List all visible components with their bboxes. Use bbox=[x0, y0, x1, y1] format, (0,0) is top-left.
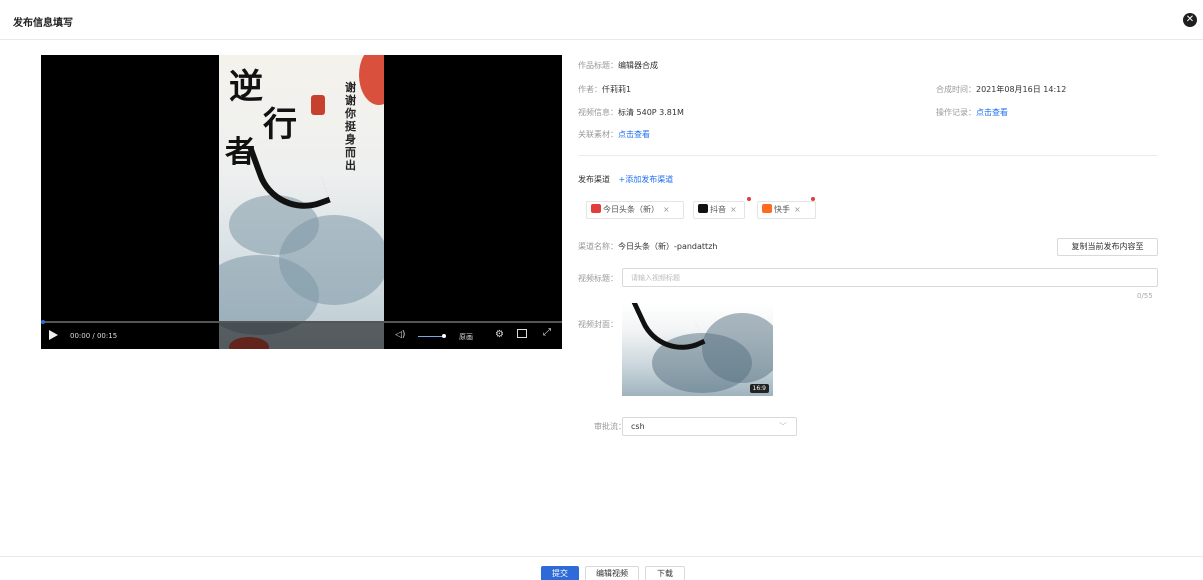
tab-label: 快手 bbox=[774, 205, 790, 214]
settings-icon[interactable]: ⚙ bbox=[495, 329, 504, 340]
unsaved-dot bbox=[811, 197, 815, 201]
cover-decoration bbox=[702, 313, 773, 383]
video-info-value: 标清 540P 3.81M bbox=[618, 108, 684, 117]
video-poster: 逆 行 者 谢谢你挺身而出 bbox=[219, 55, 384, 349]
author-label: 作者： bbox=[578, 85, 602, 94]
tab-toutiao[interactable]: 今日头条（新） × bbox=[586, 201, 684, 219]
close-icon[interactable]: × bbox=[663, 205, 670, 214]
work-title-label: 作品标题： bbox=[578, 61, 618, 70]
fullscreen-icon[interactable]: ⤢ bbox=[543, 327, 551, 338]
author-value: 仟莉莉1 bbox=[602, 85, 632, 94]
chevron-down-icon: ﹀ bbox=[779, 422, 787, 431]
author: 作者：仟莉莉1 bbox=[578, 84, 631, 95]
volume-slider[interactable] bbox=[418, 336, 444, 337]
approval-select[interactable]: csh ﹀ bbox=[622, 417, 797, 436]
approval-value: csh bbox=[631, 422, 645, 431]
copy-content-button[interactable]: 复制当前发布内容至 bbox=[1057, 238, 1158, 256]
tab-label: 抖音 bbox=[710, 205, 726, 214]
divider bbox=[578, 155, 1158, 156]
channel-label: 发布渠道 bbox=[578, 175, 610, 184]
progress-handle[interactable] bbox=[41, 320, 45, 324]
kuaishou-icon bbox=[762, 204, 772, 213]
play-icon[interactable] bbox=[49, 330, 58, 340]
poster-vertical-text: 谢谢你挺身而出 bbox=[345, 81, 356, 172]
footer-divider bbox=[0, 556, 1203, 557]
video-title-label: 视频标题： bbox=[578, 274, 618, 283]
poster-decoration bbox=[359, 55, 384, 105]
video-player[interactable]: 逆 行 者 谢谢你挺身而出 00:00 / 00:15 ◁) 原画 ⚙ ⤢ bbox=[41, 55, 562, 349]
douyin-icon bbox=[698, 204, 708, 213]
unsaved-dot bbox=[747, 197, 751, 201]
tab-label: 今日头条（新） bbox=[603, 205, 659, 214]
op-record-label: 操作记录： bbox=[936, 108, 976, 117]
video-cover[interactable]: 16:9 bbox=[622, 303, 773, 396]
video-title-input[interactable] bbox=[622, 268, 1158, 287]
quality-button[interactable]: 原画 bbox=[459, 332, 473, 342]
download-button[interactable]: 下载 bbox=[645, 566, 685, 580]
op-record-link[interactable]: 点击查看 bbox=[976, 108, 1008, 117]
cover-label: 视频封面： bbox=[578, 320, 618, 329]
related-link[interactable]: 点击查看 bbox=[618, 130, 650, 139]
video-info: 视频信息：标清 540P 3.81M bbox=[578, 107, 684, 118]
channel-name-label: 渠道名称： bbox=[578, 242, 618, 251]
channel-name-value: 今日头条（新）-pandattzh bbox=[618, 242, 718, 251]
compose-time-value: 2021年08月16日 14:12 bbox=[976, 85, 1067, 94]
tab-douyin[interactable]: 抖音 × bbox=[693, 201, 745, 219]
close-icon[interactable]: × bbox=[794, 205, 801, 214]
close-icon[interactable]: ✕ bbox=[1183, 13, 1197, 27]
poster-char: 逆 bbox=[229, 67, 263, 107]
edit-video-button[interactable]: 编辑视频 bbox=[585, 566, 639, 580]
seal-icon bbox=[311, 95, 325, 115]
dialog-header: 发布信息填写 ✕ bbox=[0, 0, 1203, 40]
compose-time: 合成时间：2021年08月16日 14:12 bbox=[936, 84, 1066, 95]
submit-button[interactable]: 提交 bbox=[541, 566, 579, 580]
pip-icon[interactable] bbox=[517, 329, 527, 338]
volume-handle[interactable] bbox=[442, 334, 446, 338]
work-title-value: 编辑器合成 bbox=[618, 61, 658, 70]
char-counter: 0/55 bbox=[1137, 292, 1153, 300]
video-info-label: 视频信息： bbox=[578, 108, 618, 117]
channel-name: 渠道名称：今日头条（新）-pandattzh bbox=[578, 241, 717, 252]
related-material: 关联素材：点击查看 bbox=[578, 129, 650, 140]
operation-record: 操作记录：点击查看 bbox=[936, 107, 1008, 118]
tab-kuaishou[interactable]: 快手 × bbox=[757, 201, 816, 219]
channel-row: 发布渠道 +添加发布渠道 bbox=[578, 174, 673, 185]
toutiao-icon bbox=[591, 204, 601, 213]
add-channel-link[interactable]: +添加发布渠道 bbox=[619, 175, 674, 184]
progress-bar[interactable] bbox=[41, 321, 562, 323]
related-label: 关联素材： bbox=[578, 130, 618, 139]
volume-icon[interactable]: ◁) bbox=[395, 330, 405, 340]
page-title: 发布信息填写 bbox=[13, 18, 73, 29]
player-controls bbox=[41, 323, 562, 349]
ratio-badge: 16:9 bbox=[749, 384, 769, 393]
compose-time-label: 合成时间： bbox=[936, 85, 976, 94]
close-icon[interactable]: × bbox=[730, 205, 737, 214]
time-display: 00:00 / 00:15 bbox=[70, 332, 118, 340]
work-title: 作品标题：编辑器合成 bbox=[578, 60, 658, 71]
